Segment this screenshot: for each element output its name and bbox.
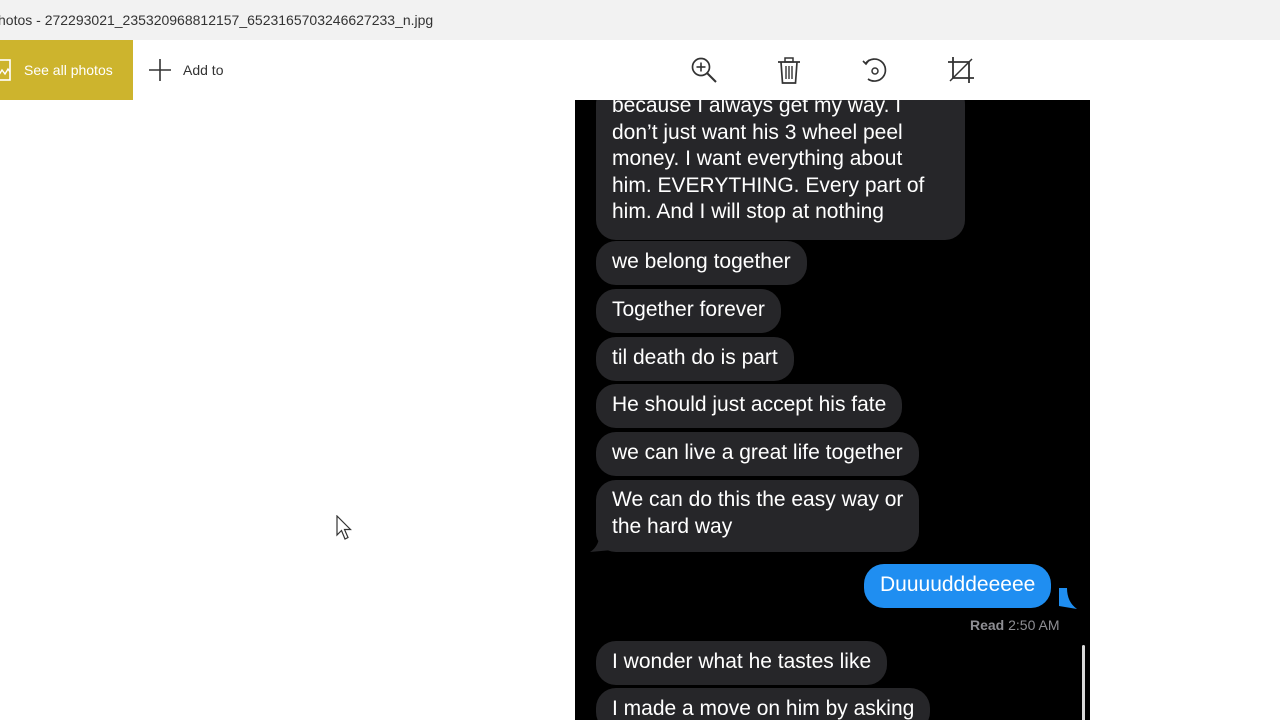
message-text: We can do this the easy way or the hard … [612,488,904,538]
bubble-tail [590,530,612,552]
message-text: He should just accept his fate [612,393,887,416]
scrollbar-thumb[interactable] [1082,645,1085,720]
window-title: hotos - 272293021_2353209688121​57_65231… [0,12,434,28]
message-text: I made a move on him by asking [612,697,915,720]
message-text: I wonder what he tastes like [612,650,872,673]
zoom-icon [691,57,717,83]
title-bar: hotos - 272293021_2353209688121​57_65231… [0,0,1280,40]
read-receipt: Read 2:50 AM [970,617,1060,633]
mouse-pointer-icon [336,515,352,540]
add-to-label: Add to [183,62,224,78]
add-to-button[interactable]: Add to [146,40,246,100]
bubble-tail [1059,588,1077,609]
crop-icon [948,57,974,83]
message-text: Together forever [612,298,765,321]
message-text: we belong together [612,250,791,273]
plus-icon [149,59,171,81]
message-bubble-received: we belong together [596,241,807,285]
see-all-photos-label: See all photos [24,62,113,78]
photo-canvas[interactable]: because I always get my way. I don’t jus… [575,100,1090,720]
message-bubble-received: because I always get my way. I don’t jus… [596,100,965,240]
message-bubble-sent: Duuuudddeeeee [864,564,1052,608]
message-bubble-received: I wonder what he tastes like [596,641,888,685]
message-bubble-received: til death do is part [596,337,794,381]
message-text: Duuuudddeeeee [880,573,1036,596]
delete-button[interactable] [774,55,804,85]
delete-icon [778,57,800,84]
see-all-photos-button[interactable]: See all photos [0,40,133,100]
rotate-button[interactable] [860,55,890,85]
message-bubble-received: we can live a great life together [596,432,919,476]
read-label: Read [970,617,1005,633]
message-bubble-received: He should just accept his fate [596,384,903,428]
toolbar: See all photos Add to [0,40,1280,100]
message-text: we can live a great life together [612,441,903,464]
message-text: because I always get my way. I don’t jus… [612,100,925,223]
read-time: 2:50 AM [1008,617,1060,633]
message-text: til death do is part [612,346,778,369]
rotate-icon [862,58,887,82]
crop-button[interactable] [946,55,976,85]
photos-icon [0,59,11,81]
message-bubble-received: Together forever [596,289,781,333]
message-bubble-received: We can do this the easy way or the hard … [596,480,920,552]
zoom-button[interactable] [689,55,719,85]
message-bubble-received: I made a move on him by asking [596,688,931,720]
